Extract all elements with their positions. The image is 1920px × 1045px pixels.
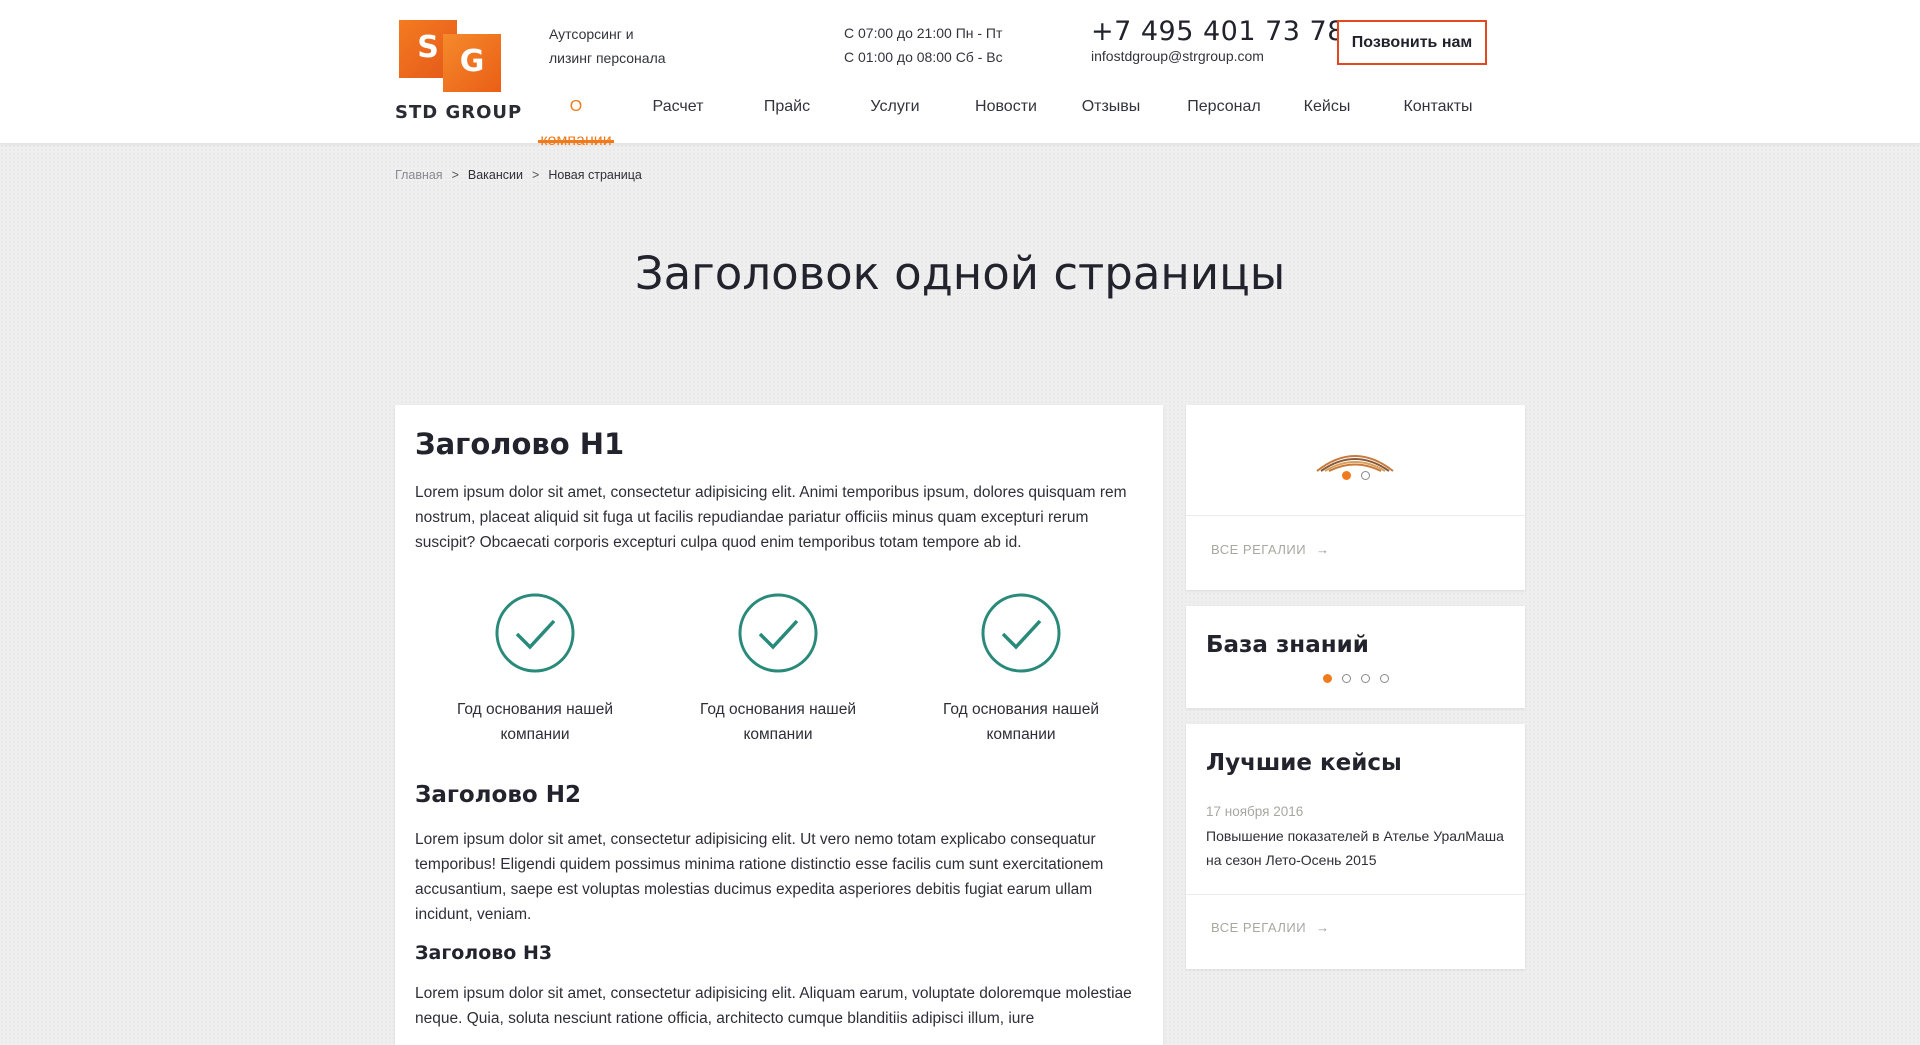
breadcrumb-vacancies[interactable]: Вакансии xyxy=(468,168,523,182)
check-circle-icon xyxy=(495,593,575,673)
nav-item-reviews[interactable]: Отзывы xyxy=(1074,90,1148,143)
slider-dot[interactable] xyxy=(1342,471,1351,480)
all-cases-link[interactable]: ВСЕ РЕГАЛИИ → xyxy=(1211,920,1330,935)
nav-item-news[interactable]: Новости xyxy=(963,90,1049,143)
feature-item: Год основания нашей компании xyxy=(435,593,635,747)
logo-text: STD GROUP xyxy=(395,102,523,123)
divider xyxy=(1186,515,1525,516)
paragraph-1: Lorem ipsum dolor sit amet, consectetur … xyxy=(415,484,1127,551)
heading-h1: Заголово H1 xyxy=(415,427,625,461)
paragraph-2: Lorem ipsum dolor sit amet, consectetur … xyxy=(415,831,1104,923)
nav-item-contacts[interactable]: Контакты xyxy=(1390,90,1486,143)
slider-dot[interactable] xyxy=(1380,674,1389,683)
heading-h2: Заголово H2 xyxy=(415,782,581,808)
tagline-line: Аутсорсинг и xyxy=(549,26,634,42)
nav-item-price[interactable]: Прайс xyxy=(750,90,824,143)
feature-item: Год основания нашей компании xyxy=(921,593,1121,747)
slider-dot[interactable] xyxy=(1323,674,1332,683)
awards-card: ВСЕ РЕГАЛИИ → xyxy=(1186,405,1525,590)
best-cases-title[interactable]: Лучшие кейсы xyxy=(1206,750,1402,776)
call-us-button[interactable]: Позвонить нам xyxy=(1337,20,1487,65)
slider-dot[interactable] xyxy=(1361,674,1370,683)
arrow-right-icon: → xyxy=(1316,920,1330,935)
logo[interactable]: S G STD GROUP xyxy=(395,20,521,124)
knowledge-base-title[interactable]: База знаний xyxy=(1206,632,1369,658)
feature-item: Год основания нашей компании xyxy=(678,593,878,747)
email-link[interactable]: infostdgroup@strgroup.com xyxy=(1091,48,1264,64)
knowledge-slider-dots xyxy=(1323,674,1389,683)
case-date: 17 ноября 2016 xyxy=(1206,804,1304,819)
nav-item-services[interactable]: Услуги xyxy=(858,90,932,143)
breadcrumb-separator: > xyxy=(451,168,459,182)
slider-dot[interactable] xyxy=(1342,674,1351,683)
tagline: Аутсорсинг и лизинг персонала xyxy=(549,22,666,70)
breadcrumb: Главная > Вакансии > Новая страница xyxy=(395,168,642,182)
hours-weekend: С 01:00 до 08:00 Сб - Вс xyxy=(844,49,1003,65)
breadcrumb-home[interactable]: Главная xyxy=(395,168,443,182)
breadcrumb-current: Новая страница xyxy=(548,168,642,182)
divider xyxy=(1186,894,1525,895)
case-link[interactable]: Повышение показателей в Ателье УралМаша … xyxy=(1206,824,1506,872)
award-ribbon-icon[interactable] xyxy=(1315,447,1395,472)
arrow-right-icon: → xyxy=(1316,542,1330,557)
best-cases-card: Лучшие кейсы 17 ноября 2016 Повышение по… xyxy=(1186,724,1525,969)
feature-label: Год основания нашей компании xyxy=(699,701,857,743)
heading-h3: Заголово H3 xyxy=(415,942,553,964)
check-circle-icon xyxy=(738,593,818,673)
knowledge-base-card: База знаний xyxy=(1186,606,1525,708)
nav-item-about[interactable]: О компании xyxy=(538,90,614,149)
nav-item-calculation[interactable]: Расчет xyxy=(641,90,715,143)
logo-mark: S G xyxy=(399,20,513,92)
check-circle-icon xyxy=(981,593,1061,673)
page-title: Заголовок одной страницы xyxy=(634,247,1286,300)
slider-dot[interactable] xyxy=(1361,471,1370,480)
all-awards-label: ВСЕ РЕГАЛИИ xyxy=(1211,542,1307,557)
logo-letter-g: G xyxy=(443,34,501,92)
nav-item-staff[interactable]: Персонал xyxy=(1176,90,1272,143)
feature-label: Год основания нашей компании xyxy=(942,701,1100,743)
working-hours: С 07:00 до 21:00 Пн - Пт С 01:00 до 08:0… xyxy=(844,21,1003,69)
breadcrumb-separator: > xyxy=(532,168,540,182)
tagline-line: лизинг персонала xyxy=(549,50,666,66)
all-cases-label: ВСЕ РЕГАЛИИ xyxy=(1211,920,1307,935)
nav-item-cases[interactable]: Кейсы xyxy=(1290,90,1364,143)
content-card: Заголово H1 Lorem ipsum dolor sit amet, … xyxy=(395,405,1163,1045)
awards-slider-dots xyxy=(1342,471,1370,480)
feature-label: Год основания нашей компании xyxy=(456,701,614,743)
hours-weekdays: С 07:00 до 21:00 Пн - Пт xyxy=(844,25,1003,41)
phone-number[interactable]: +7 495 401 73 78 xyxy=(1091,16,1345,47)
site-header: S G STD GROUP Аутсорсинг и лизинг персон… xyxy=(0,0,1920,149)
all-awards-link[interactable]: ВСЕ РЕГАЛИИ → xyxy=(1211,542,1330,557)
